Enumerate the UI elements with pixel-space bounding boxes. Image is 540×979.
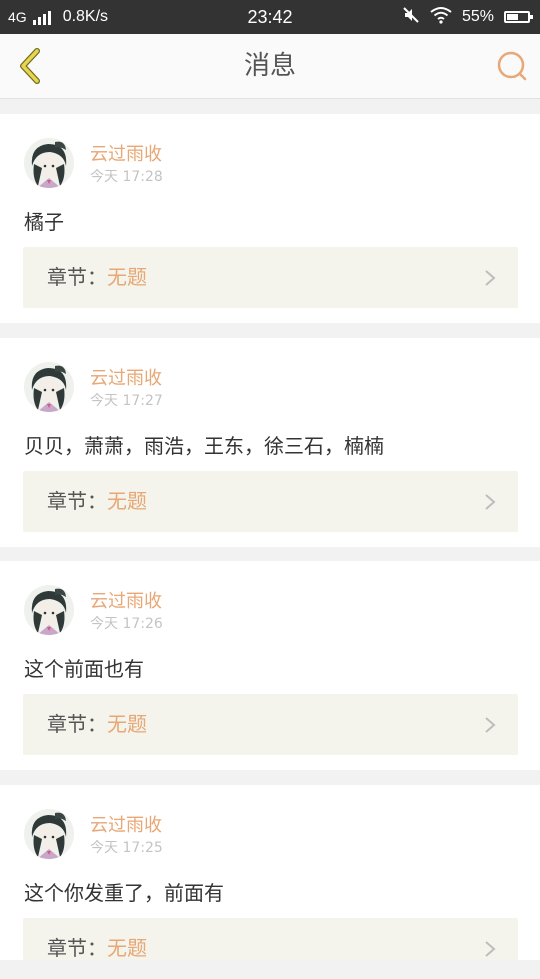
chapter-label: 章节：无题 <box>47 265 147 289</box>
battery-percent: 55% <box>461 8 494 25</box>
message-card: 云过雨收 今天 17:26 这个前面也有 章节：无题 <box>0 561 540 770</box>
avatar[interactable] <box>24 362 74 412</box>
message-text: 这个前面也有 <box>24 657 144 681</box>
page-title: 消息 <box>243 51 296 81</box>
avatar[interactable] <box>24 809 74 859</box>
timestamp: 今天 17:25 <box>90 840 163 856</box>
avatar[interactable] <box>24 585 74 635</box>
battery-icon <box>504 11 533 23</box>
chevron-right-icon <box>485 717 496 733</box>
status-right: 55% <box>402 0 533 34</box>
username[interactable]: 云过雨收 <box>90 587 162 613</box>
chapter-link[interactable]: 章节：无题 <box>23 918 518 960</box>
top-nav: 消息 <box>0 34 540 99</box>
message-text: 这个你发重了，前面有 <box>24 881 224 905</box>
message-card: 云过雨收 今天 17:25 这个你发重了，前面有 章节：无题 <box>0 785 540 960</box>
search-button[interactable] <box>494 48 530 84</box>
chapter-link[interactable]: 章节：无题 <box>23 247 518 308</box>
username[interactable]: 云过雨收 <box>90 364 162 390</box>
message-text: 橘子 <box>24 210 64 234</box>
avatar[interactable] <box>24 138 74 188</box>
chapter-title: 无题 <box>107 936 147 960</box>
chapter-link[interactable]: 章节：无题 <box>23 694 518 755</box>
chapter-title: 无题 <box>107 489 147 513</box>
chapter-label: 章节：无题 <box>47 489 147 513</box>
search-icon <box>497 51 527 81</box>
username[interactable]: 云过雨收 <box>90 140 162 166</box>
status-bar: 4G 0.8K/s 23:42 55% <box>0 0 540 34</box>
chapter-link[interactable]: 章节：无题 <box>23 471 518 532</box>
timestamp: 今天 17:28 <box>90 169 163 185</box>
chapter-label: 章节：无题 <box>47 712 147 736</box>
mute-icon <box>402 6 420 29</box>
chevron-right-icon <box>485 941 496 957</box>
message-text: 贝贝，萧萧，雨浩，王东，徐三石，楠楠 <box>24 434 384 458</box>
chapter-title: 无题 <box>107 265 147 289</box>
message-card: 云过雨收 今天 17:27 贝贝，萧萧，雨浩，王东，徐三石，楠楠 章节：无题 <box>0 338 540 547</box>
chevron-right-icon <box>485 494 496 510</box>
chapter-label: 章节：无题 <box>47 936 147 960</box>
chapter-title: 无题 <box>107 712 147 736</box>
wifi-icon <box>430 6 452 29</box>
chevron-right-icon <box>485 270 496 286</box>
timestamp: 今天 17:26 <box>90 616 163 632</box>
message-card: 云过雨收 今天 17:28 橘子 章节：无题 <box>0 114 540 323</box>
username[interactable]: 云过雨收 <box>90 811 162 837</box>
timestamp: 今天 17:27 <box>90 393 163 409</box>
